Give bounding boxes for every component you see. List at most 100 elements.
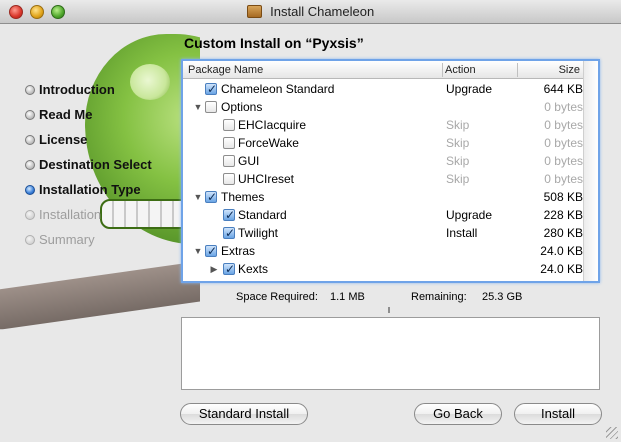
package-size: 0 bytes bbox=[544, 118, 583, 132]
package-name: Chameleon Standard bbox=[221, 82, 335, 96]
title-container: Install Chameleon bbox=[0, 0, 621, 24]
table-row[interactable]: ▶ ✓ Kexts 24.0 KB bbox=[183, 260, 598, 278]
disclosure-open-icon[interactable]: ▼ bbox=[193, 98, 203, 116]
table-row[interactable]: ✓ Chameleon Standard Upgrade 644 KB bbox=[183, 80, 598, 98]
step-bullet-icon bbox=[25, 85, 35, 95]
package-size: 0 bytes bbox=[544, 154, 583, 168]
chameleon-eye-illustration bbox=[130, 64, 170, 100]
package-icon bbox=[246, 5, 262, 18]
table-row[interactable]: ForceWake Skip 0 bytes bbox=[183, 134, 598, 152]
package-name: Kexts bbox=[238, 262, 269, 276]
step-label: Read Me bbox=[39, 107, 93, 122]
package-action: Upgrade bbox=[446, 82, 493, 96]
table-row[interactable]: ▼ Options 0 bytes bbox=[183, 98, 598, 116]
space-required-label: Space Required: bbox=[236, 291, 318, 303]
package-size: 0 bytes bbox=[544, 172, 583, 186]
package-checkbox[interactable]: ✓ bbox=[223, 208, 236, 222]
table-row[interactable]: EHCIacquire Skip 0 bytes bbox=[183, 116, 598, 134]
checkmark-icon: ✓ bbox=[225, 208, 236, 222]
page-title: Custom Install on “Pyxsis” bbox=[184, 35, 364, 51]
checkmark-icon: ✓ bbox=[207, 190, 218, 204]
package-size: 280 KB bbox=[543, 226, 583, 240]
table-row[interactable]: ✓ Standard Upgrade 228 KB bbox=[183, 206, 598, 224]
package-size: 0 bytes bbox=[544, 136, 583, 150]
table-row[interactable]: UHCIreset Skip 0 bytes bbox=[183, 170, 598, 188]
package-checkbox[interactable] bbox=[223, 155, 235, 167]
package-checkbox[interactable] bbox=[223, 137, 235, 149]
disclosure-open-icon[interactable]: ▼ bbox=[193, 242, 203, 260]
package-checkbox[interactable]: ✓ bbox=[223, 226, 236, 240]
package-checkbox[interactable]: ✓ bbox=[223, 262, 236, 276]
package-size: 24.0 KB bbox=[540, 262, 583, 276]
disclosure-closed-icon[interactable]: ▶ bbox=[209, 260, 219, 278]
space-remaining-label: Remaining: bbox=[411, 291, 467, 303]
table-row[interactable]: GUI Skip 0 bytes bbox=[183, 152, 598, 170]
package-name: Standard bbox=[238, 208, 287, 222]
checkmark-icon: ✓ bbox=[207, 82, 218, 96]
step-label: Summary bbox=[39, 232, 95, 247]
standard-install-button[interactable]: Standard Install bbox=[180, 403, 308, 425]
package-checkbox[interactable] bbox=[223, 119, 235, 131]
checkmark-icon: ✓ bbox=[225, 226, 236, 240]
table-header: Package Name Action Size bbox=[183, 61, 598, 79]
table-row[interactable]: ✓ Twilight Install 280 KB bbox=[183, 224, 598, 242]
column-header-package-name[interactable]: Package Name bbox=[188, 61, 263, 79]
package-name: Themes bbox=[221, 190, 265, 204]
package-action: Skip bbox=[446, 172, 470, 186]
step-bullet-icon bbox=[25, 210, 35, 220]
disclosure-open-icon[interactable]: ▼ bbox=[193, 188, 203, 206]
column-header-action[interactable]: Action bbox=[445, 61, 476, 79]
table-row[interactable]: ▼ ✓ Extras 24.0 KB bbox=[183, 242, 598, 260]
package-size: 228 KB bbox=[543, 208, 583, 222]
step-bullet-icon bbox=[25, 160, 35, 170]
step-label: License bbox=[39, 132, 88, 147]
column-divider bbox=[442, 63, 443, 77]
package-table[interactable]: Package Name Action Size ✓ Chameleon Stan… bbox=[181, 59, 600, 283]
package-description-box bbox=[181, 317, 600, 390]
package-action: Skip bbox=[446, 154, 470, 168]
step-label: Destination Select bbox=[39, 157, 152, 172]
package-action: Install bbox=[446, 226, 478, 240]
window-title: Install Chameleon bbox=[270, 4, 375, 19]
install-button[interactable]: Install bbox=[514, 403, 602, 425]
package-name: Twilight bbox=[238, 226, 279, 240]
text-cursor-icon bbox=[388, 307, 390, 313]
package-checkbox[interactable]: ✓ bbox=[205, 190, 218, 204]
column-divider bbox=[517, 63, 518, 77]
step-bullet-icon bbox=[25, 185, 35, 195]
table-row[interactable]: ▼ ✓ Themes 508 KB bbox=[183, 188, 598, 206]
step-bullet-icon bbox=[25, 235, 35, 245]
step-label: Installation bbox=[39, 207, 102, 222]
package-size: 644 KB bbox=[543, 82, 583, 96]
package-checkbox[interactable]: ✓ bbox=[205, 244, 218, 258]
package-name: UHCIreset bbox=[238, 172, 295, 186]
checkmark-icon: ✓ bbox=[207, 244, 218, 258]
title-bar: Install Chameleon bbox=[0, 0, 621, 24]
step-label: Installation Type bbox=[39, 182, 141, 197]
package-size: 24.0 KB bbox=[540, 244, 583, 258]
installer-window: Install Chameleon Introduction Read Me Lic… bbox=[0, 0, 621, 442]
package-name: ForceWake bbox=[238, 136, 299, 150]
package-size: 508 KB bbox=[543, 190, 583, 204]
package-action: Skip bbox=[446, 118, 470, 132]
package-action: Upgrade bbox=[446, 208, 493, 222]
step-bullet-icon bbox=[25, 135, 35, 145]
space-remaining-value: 25.3 GB bbox=[482, 291, 523, 303]
step-bullet-icon bbox=[25, 110, 35, 120]
step-label: Introduction bbox=[39, 82, 115, 97]
package-name: EHCIacquire bbox=[238, 118, 307, 132]
branch-illustration bbox=[0, 256, 200, 332]
package-action: Skip bbox=[446, 136, 470, 150]
table-scrollbar[interactable] bbox=[583, 61, 598, 281]
checkmark-icon: ✓ bbox=[225, 262, 236, 276]
package-name: Options bbox=[221, 100, 263, 114]
table-rows: ✓ Chameleon Standard Upgrade 644 KB ▼ Options… bbox=[183, 80, 598, 278]
package-size: 0 bytes bbox=[544, 100, 583, 114]
package-checkbox[interactable] bbox=[205, 101, 217, 113]
go-back-button[interactable]: Go Back bbox=[414, 403, 502, 425]
space-required-value: 1.1 MB bbox=[330, 291, 365, 303]
package-checkbox[interactable] bbox=[223, 173, 235, 185]
column-header-size[interactable]: Size bbox=[559, 61, 580, 79]
package-checkbox[interactable]: ✓ bbox=[205, 82, 218, 96]
resize-grip-icon[interactable] bbox=[606, 427, 618, 439]
